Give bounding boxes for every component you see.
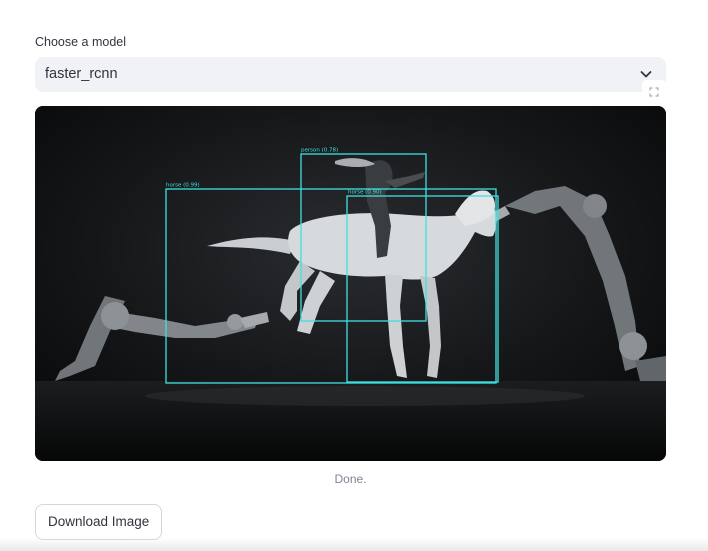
detection-label-horse-1: horse (0.99) [166,183,200,189]
page: Choose a model faster_rcnn person (0.78)… [0,0,708,551]
detection-image-canvas: person (0.78) horse (0.99) horse (0.90) [35,106,666,461]
bottom-fade [0,538,708,551]
image-caption: Done. [334,472,367,486]
model-select-label: Choose a model [35,35,127,49]
detection-label-horse-2: horse (0.90) [348,190,382,196]
model-select[interactable]: faster_rcnn [35,57,666,92]
download-image-button[interactable]: Download Image [35,504,163,540]
fullscreen-icon [649,87,659,97]
detection-image: person (0.78) horse (0.99) horse (0.90) [35,106,666,461]
detection-label-person: person (0.78) [301,148,338,154]
model-select-value: faster_rcnn [45,66,118,82]
fullscreen-button[interactable] [642,80,666,104]
